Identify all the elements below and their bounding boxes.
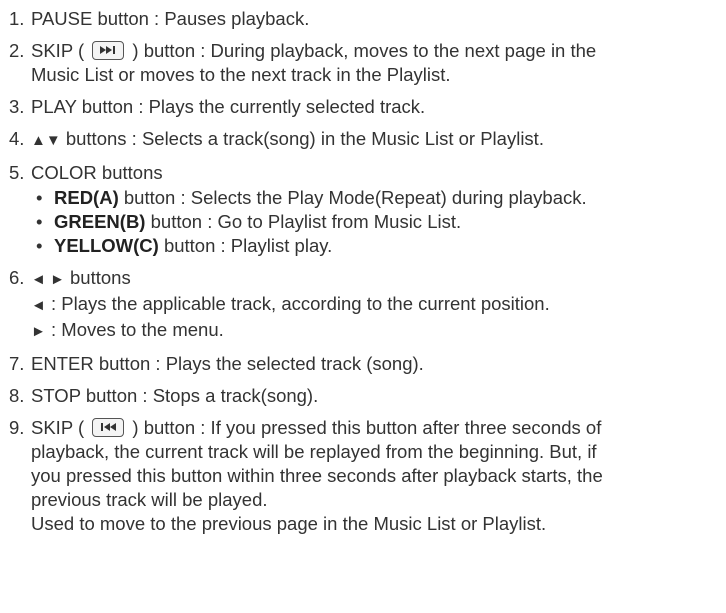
item-number: 8. xyxy=(9,385,25,406)
left-right-arrows-icon: ◄ ► xyxy=(31,271,65,288)
list-item-4: 4. ▲▼ buttons : Selects a track(song) in… xyxy=(9,127,726,153)
item-text-cont-4: Used to move to the previous page in the… xyxy=(31,513,547,534)
list-item-2: 2. SKIP ( ) button : During playback, mo… xyxy=(9,39,726,87)
bullet-bold: RED(A) xyxy=(54,187,119,208)
skip-back-icon xyxy=(92,418,125,437)
list-item-5: 5. COLOR buttons • RED(A) button : Selec… xyxy=(9,161,726,258)
item-number: 3. xyxy=(9,96,25,117)
bullet-bold: GREEN(B) xyxy=(54,211,146,232)
bullet-text: button : Selects the Play Mode(Repeat) d… xyxy=(118,187,587,208)
list-item-3: 3. PLAY button : Plays the currently sel… xyxy=(9,95,726,119)
bullet-icon: • xyxy=(36,235,43,256)
item-text-pre: SKIP ( xyxy=(31,40,85,61)
item-text-line2: Music List or moves to the next track in… xyxy=(31,64,451,85)
item-number: 2. xyxy=(9,40,25,61)
bullet-item-red: • RED(A) button : Selects the Play Mode(… xyxy=(36,186,726,210)
item-text: COLOR buttons xyxy=(31,162,163,183)
item-text: buttons : Selects a track(song) in the M… xyxy=(60,128,544,149)
bullet-bold: YELLOW(C) xyxy=(54,235,159,256)
item-text-pre: SKIP ( xyxy=(31,417,85,438)
list-item-1: 1. PAUSE button : Pauses playback. xyxy=(9,7,726,31)
bullet-text: button : Go to Playlist from Music List. xyxy=(145,211,462,232)
item-text: buttons xyxy=(64,267,131,288)
right-arrow-icon: ► xyxy=(31,323,46,340)
item-text: STOP button : Stops a track(song). xyxy=(31,385,319,406)
item-text: PAUSE button : Pauses playback. xyxy=(31,8,310,29)
bullet-item-green: • GREEN(B) button : Go to Playlist from … xyxy=(36,210,726,234)
bullet-text: button : Playlist play. xyxy=(158,235,333,256)
bullet-item-yellow: • YELLOW(C) button : Playlist play. xyxy=(36,234,726,258)
color-button-list: • RED(A) button : Selects the Play Mode(… xyxy=(31,186,726,258)
item-text-post: ) button : During playback, moves to the… xyxy=(132,40,597,61)
skip-forward-icon xyxy=(92,41,125,60)
item-number: 9. xyxy=(9,417,25,438)
item-text: ENTER button : Plays the selected track … xyxy=(31,353,424,374)
item-number: 1. xyxy=(9,8,25,29)
instruction-list: 1. PAUSE button : Pauses playback. 2. SK… xyxy=(0,0,726,536)
list-item-9: 9. SKIP ( ) button : If you pressed this… xyxy=(9,416,726,536)
item-number: 4. xyxy=(9,128,25,149)
item-text: PLAY button : Plays the currently select… xyxy=(31,96,426,117)
bullet-icon: • xyxy=(36,187,43,208)
list-item-8: 8. STOP button : Stops a track(song). xyxy=(9,384,726,408)
item-number: 7. xyxy=(9,353,25,374)
item-text-cont-1: playback, the current track will be repl… xyxy=(31,441,597,462)
item-number: 6. xyxy=(9,267,25,288)
bullet-icon: • xyxy=(36,211,43,232)
up-down-arrows-icon: ▲▼ xyxy=(31,132,61,149)
left-arrow-icon: ◄ xyxy=(31,297,46,314)
item-text-cont-3: previous track will be played. xyxy=(31,489,268,510)
item-text-cont-2: you pressed this button within three sec… xyxy=(31,465,603,486)
line-text: : Moves to the menu. xyxy=(45,319,224,340)
list-item-7: 7. ENTER button : Plays the selected tra… xyxy=(9,352,726,376)
item-text-post: ) button : If you pressed this button af… xyxy=(132,417,602,438)
item-number: 5. xyxy=(9,162,25,183)
list-item-6: 6. ◄ ► buttons ◄ : Plays the applicable … xyxy=(9,266,726,344)
line-text: : Plays the applicable track, according … xyxy=(45,293,550,314)
